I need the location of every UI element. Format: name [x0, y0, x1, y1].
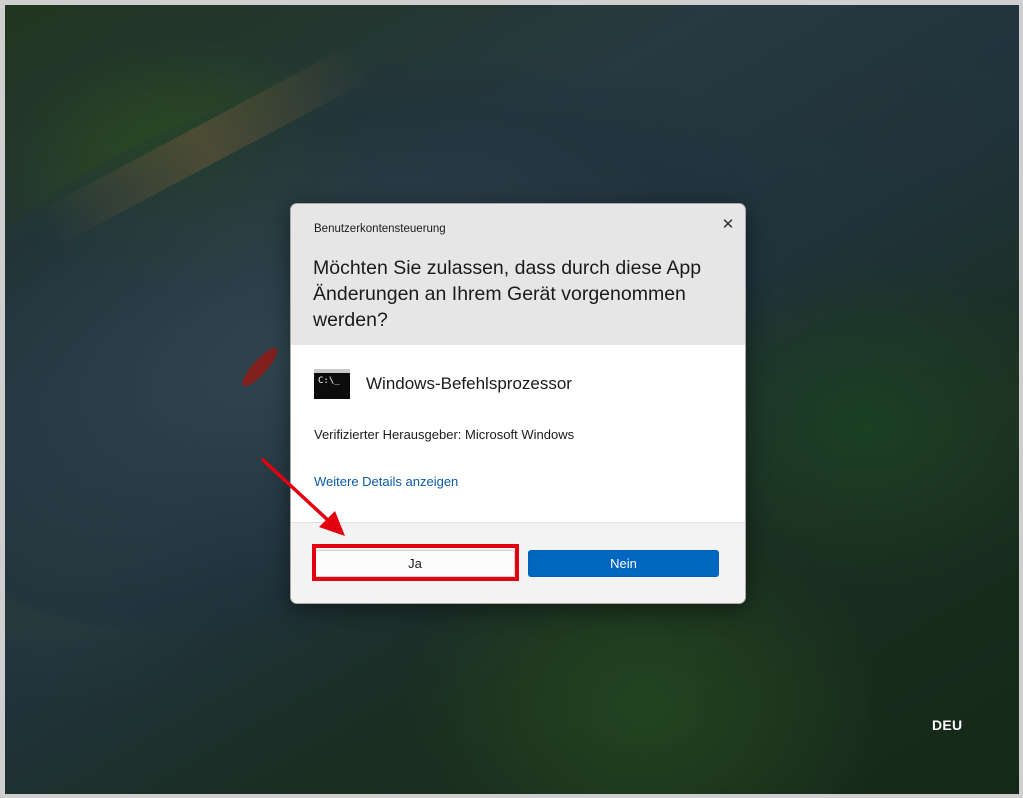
dialog-footer: Ja Nein [291, 522, 745, 603]
close-icon: ✕ [721, 216, 735, 233]
uac-dialog: Benutzerkontensteuerung ✕ Möchten Sie zu… [290, 203, 746, 604]
dialog-header: Benutzerkontensteuerung ✕ Möchten Sie zu… [291, 204, 745, 345]
yes-button[interactable]: Ja [315, 550, 515, 577]
command-prompt-icon: C:\_ [314, 369, 350, 399]
language-indicator[interactable]: DEU [932, 717, 962, 733]
app-name: Windows-Befehlsprozessor [366, 374, 572, 393]
dialog-caption: Benutzerkontensteuerung [314, 223, 446, 235]
no-button[interactable]: Nein [528, 550, 719, 577]
publisher-text: Verifizierter Herausgeber: Microsoft Win… [314, 427, 575, 442]
command-prompt-icon-text: C:\_ [318, 376, 340, 386]
dialog-question: Möchten Sie zulassen, dass durch diese A… [313, 257, 702, 331]
screenshot-frame: DEU Benutzerkontensteuerung ✕ Möchten Si… [0, 0, 1023, 798]
show-details-link[interactable]: Weitere Details anzeigen [314, 474, 458, 489]
app-info-row: C:\_ Windows-Befehlsprozessor [314, 368, 572, 400]
close-button[interactable]: ✕ [716, 212, 740, 236]
